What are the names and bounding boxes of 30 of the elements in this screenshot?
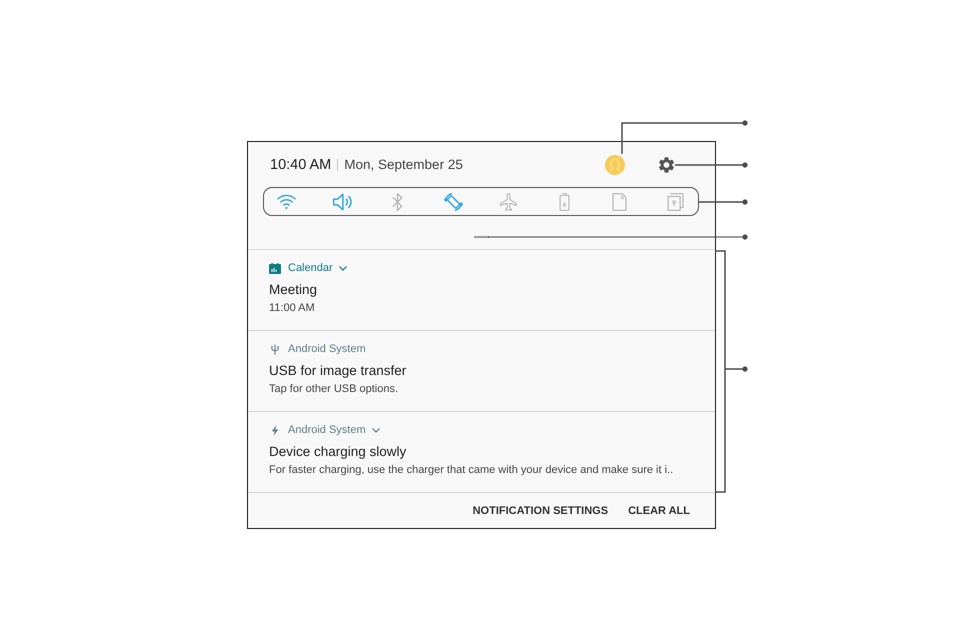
notification-text: Tap for other USB options. <box>269 382 400 397</box>
airplane-icon[interactable] <box>499 192 518 210</box>
clock-time: 10:40 AM <box>270 156 332 172</box>
keyhole-card-icon[interactable] <box>666 192 685 210</box>
calendar-icon <box>269 262 281 274</box>
app-name: Android System <box>288 342 366 356</box>
speaker-icon[interactable] <box>332 192 352 210</box>
notification-title: Device charging slowly <box>269 443 408 461</box>
notification-card[interactable]: Android System Device charging slowly For faster charging, use the charger that came with your device and make sure it i.. <box>248 412 715 493</box>
notification-title: Meeting <box>269 281 318 299</box>
chevron-icon[interactable] <box>372 428 380 432</box>
app-name: Calendar <box>288 261 333 275</box>
notification-text: 11:00 AM <box>269 301 316 316</box>
notification-card[interactable]: Android System USB for image transfer Tap for other USB options. <box>248 331 715 412</box>
notification-card[interactable]: Calendar Meeting 11:00 AM <box>248 250 715 331</box>
lightning-icon <box>271 424 279 436</box>
app-name: Android System <box>288 423 366 437</box>
page-signal-icon[interactable] <box>610 192 630 210</box>
date-text: Mon, September 25 <box>344 157 463 172</box>
rotate-icon[interactable] <box>444 192 463 210</box>
profile-icon[interactable] <box>605 154 625 174</box>
chevron-icon[interactable] <box>338 266 347 270</box>
usb-icon <box>271 344 279 354</box>
settings-icon[interactable] <box>659 156 674 172</box>
notification-title: USB for image transfer <box>269 362 408 380</box>
notification-text: For faster charging, use the charger that came with your device and make sure it i.. <box>269 463 674 478</box>
drag-handle[interactable] <box>474 236 489 238</box>
wifi-icon[interactable] <box>277 192 296 210</box>
footer-button[interactable]: CLEAR ALL <box>623 500 695 520</box>
footer-button[interactable]: NOTIFICATION SETTINGS <box>468 500 614 520</box>
